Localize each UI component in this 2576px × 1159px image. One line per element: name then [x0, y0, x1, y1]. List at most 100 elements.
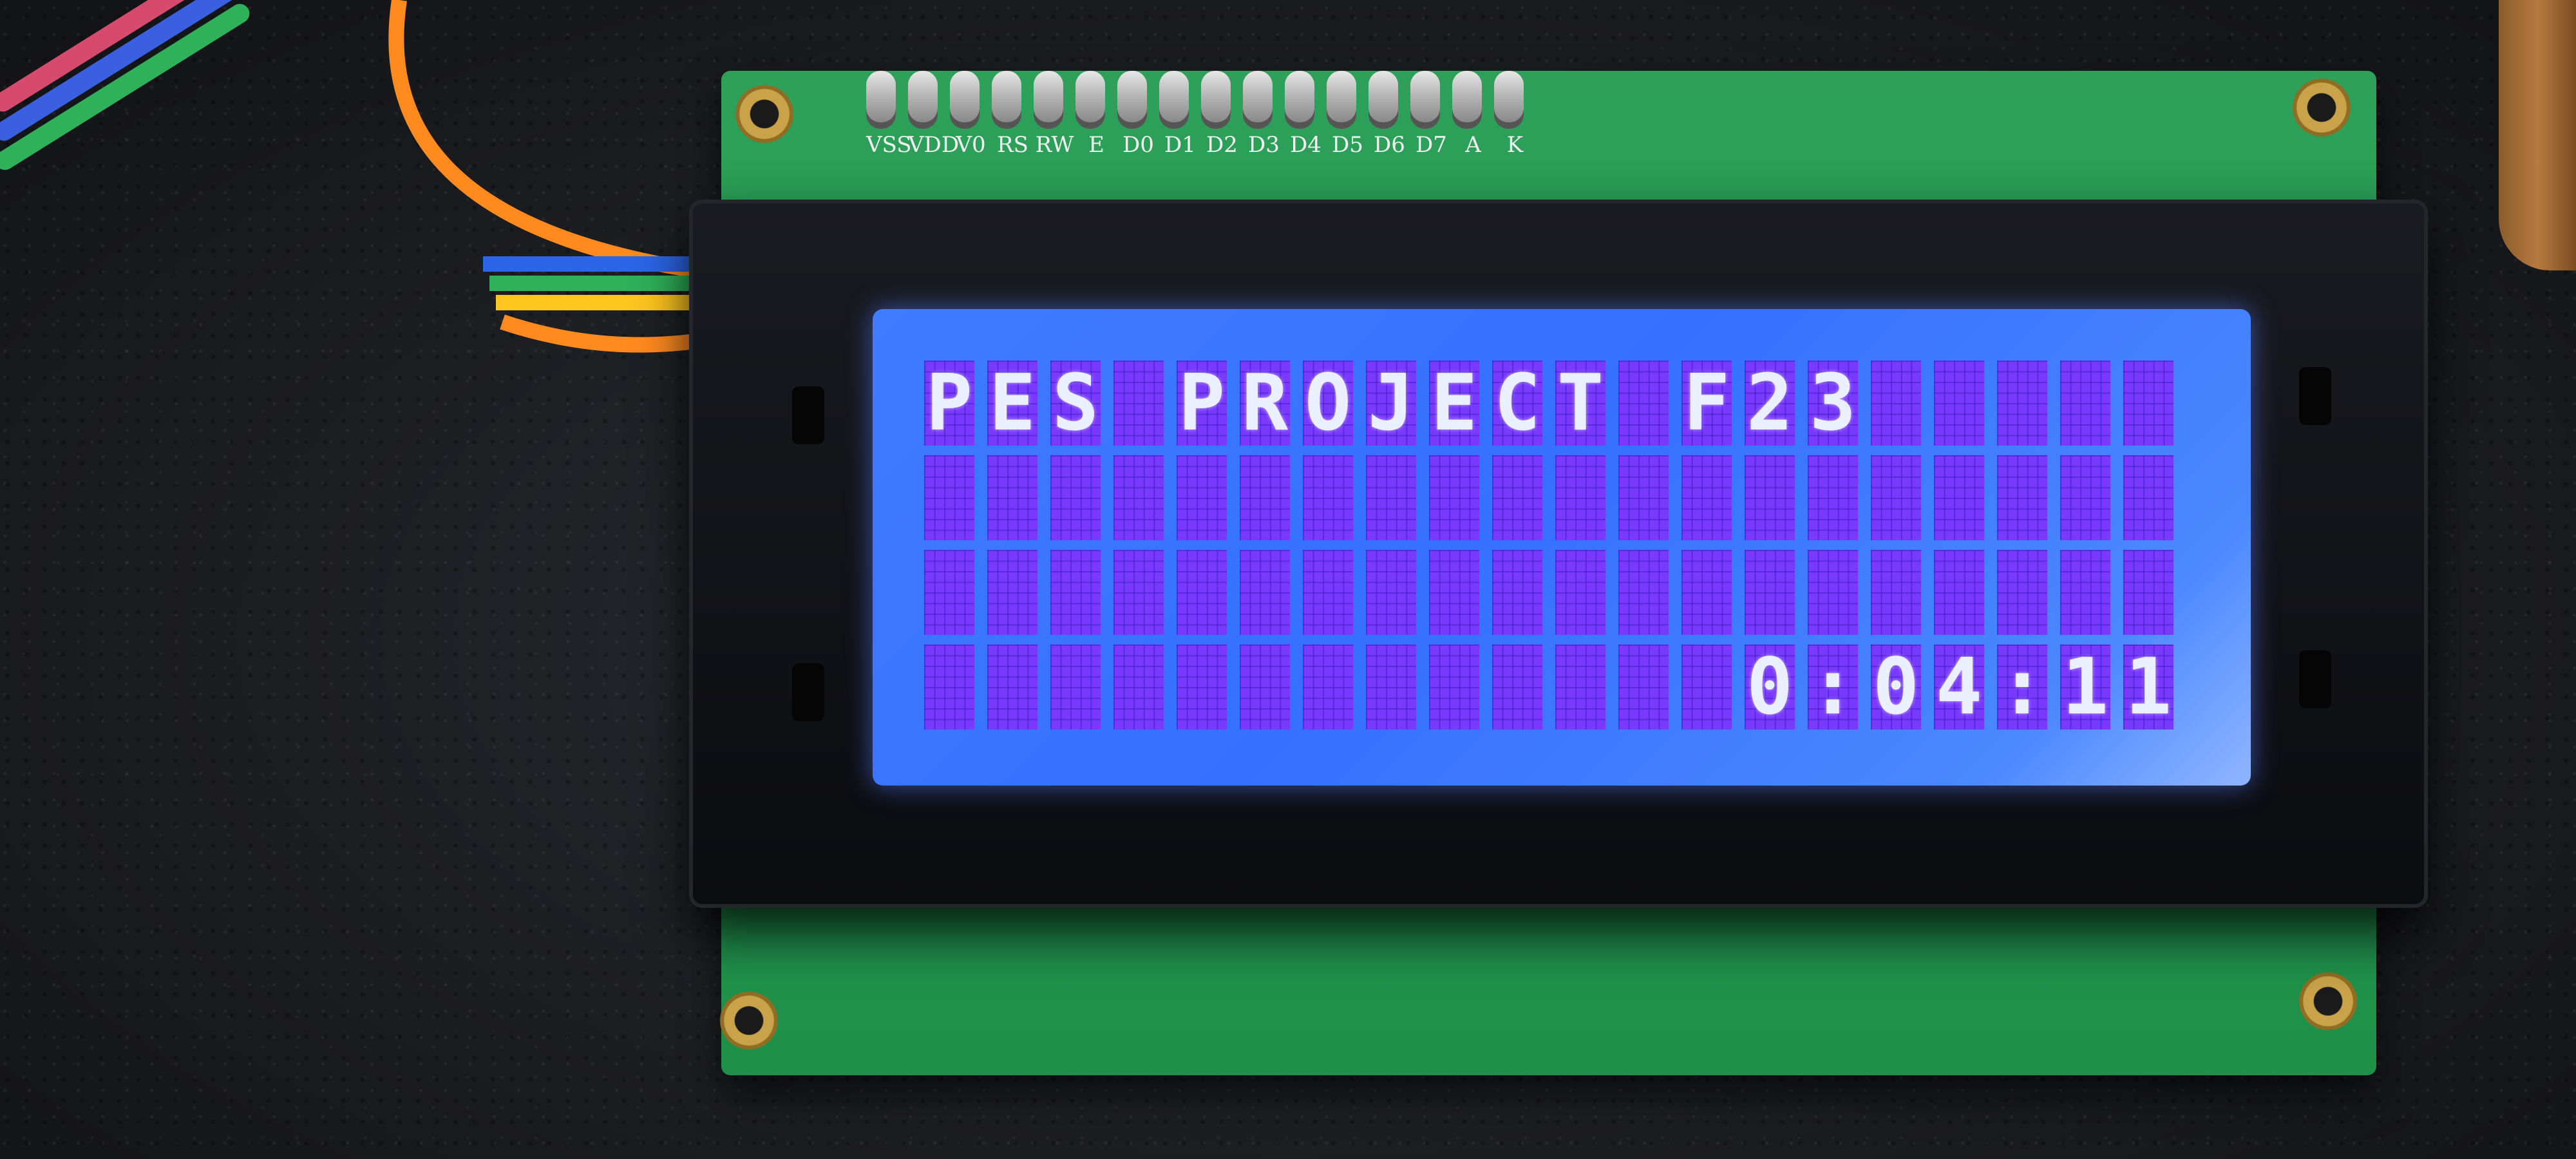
pin-label-d0: D0: [1122, 132, 1154, 158]
lcd-character-cell: T: [1555, 359, 1605, 448]
lcd-character-cell: S: [1050, 358, 1101, 448]
lcd-character-cell: [1934, 550, 1984, 635]
bezel-clip: [792, 386, 824, 444]
lcd-character-cell: [1871, 455, 1921, 540]
lcd-character-cell: [1366, 455, 1416, 540]
lcd-character-cell: :: [1808, 642, 1858, 732]
header-pin: [1494, 71, 1524, 129]
pin-label-d1: D1: [1164, 132, 1196, 158]
pin-labels: VSS VDD V0 RS RW E D0 D1 D2 D3 D4 D5 D6 …: [866, 132, 1536, 158]
mount-hole: [2293, 79, 2351, 137]
lcd-character-cell: [1113, 645, 1164, 730]
lcd-character-cell: [1618, 550, 1669, 635]
bezel-clip: [2299, 367, 2331, 425]
lcd-character-cell: 3: [1808, 358, 1858, 448]
lcd-character-cell: [1113, 550, 1164, 635]
lcd-character-cell: [1429, 455, 1479, 540]
lcd-character-cell: [924, 645, 974, 730]
lcd-character: 1: [2061, 642, 2109, 732]
lcd-character-cell: R: [1240, 358, 1290, 448]
lcd-character-cell: [1303, 645, 1353, 730]
lcd-character-cell: [1366, 550, 1416, 635]
lcd-character-cell: 4: [1934, 643, 1984, 732]
lcd-character-cell: F: [1681, 359, 1732, 448]
lcd-character-cell: [1492, 455, 1542, 540]
lcd-character-cell: 0: [1745, 642, 1795, 732]
header-pin: [1159, 71, 1189, 129]
lcd-character-cell: [1934, 361, 1984, 446]
pin-label-v0: V0: [956, 132, 986, 158]
lcd-character-cell: [1745, 550, 1795, 635]
lcd-character-cell: E: [987, 358, 1037, 448]
lcd-character-cell: [1240, 455, 1290, 540]
lcd-character-cell: [1618, 361, 1669, 446]
pin-label-d3: D3: [1248, 132, 1280, 158]
pin-label-d6: D6: [1374, 132, 1405, 158]
lcd-character-cell: [1113, 361, 1164, 446]
pin-label-rw: RW: [1035, 132, 1074, 158]
lcd-character-cell: [1555, 550, 1605, 635]
pin-label-rs: RS: [997, 132, 1028, 158]
lcd-character-cell: [987, 645, 1037, 730]
lcd-character: E: [1430, 358, 1478, 448]
lcd-character-cell: [1555, 455, 1605, 540]
header-pin: [1201, 71, 1231, 129]
lcd-character: R: [1241, 358, 1289, 448]
header-pin: [992, 71, 1021, 129]
lcd-character: 3: [1809, 358, 1857, 448]
pin-label-vdd: VDD: [908, 132, 960, 158]
header-pin: [1452, 71, 1482, 129]
bezel-clip: [792, 663, 824, 721]
lcd-character-cell: C: [1492, 359, 1542, 448]
lcd-character-cell: [1871, 550, 1921, 635]
mount-hole: [735, 85, 793, 143]
mount-hole: [2299, 972, 2357, 1030]
lcd-character: P: [1178, 358, 1226, 448]
lcd-character-cell: [1745, 455, 1795, 540]
pin-label-e: E: [1088, 132, 1104, 158]
lcd-character: P: [925, 358, 973, 448]
pin-label-d5: D5: [1332, 132, 1363, 158]
lcd-character-cell: [1050, 645, 1101, 730]
lcd-character: :: [1809, 642, 1857, 732]
header-pin: [950, 71, 980, 129]
lcd-character-cell: [924, 550, 974, 635]
lcd-character-cell: [1429, 645, 1479, 730]
lcd-character-cell: [2123, 550, 2174, 635]
lcd-character-cell: J: [1366, 359, 1416, 448]
lcd-character-cell: [1934, 455, 1984, 540]
lcd-character-cell: [1429, 550, 1479, 635]
lcd-character-cell: [1177, 550, 1227, 635]
lcd-character: O: [1304, 358, 1352, 448]
lcd-character-cell: [2123, 361, 2174, 446]
lcd-character-cell: [1997, 550, 2047, 635]
lcd-character: S: [1052, 358, 1099, 448]
lcd-character-cell: [1808, 455, 1858, 540]
lcd-character-cell: [1113, 455, 1164, 540]
lcd-character-cell: [1240, 645, 1290, 730]
header-pin: [1117, 71, 1147, 129]
lcd-character-cell: :: [1997, 642, 2047, 732]
lcd-character-cell: 1: [2123, 643, 2174, 732]
lcd-character: 0: [1746, 642, 1794, 732]
header-pin: [1243, 71, 1273, 129]
lcd-character-cell: [1492, 550, 1542, 635]
lcd-character-cell: [1681, 550, 1732, 635]
lcd-character-cell: [1681, 645, 1732, 730]
lcd-character-cell: [1492, 645, 1542, 730]
lcd-screen: PESPROJECTF230:04:11: [873, 309, 2251, 786]
lcd-character: :: [1998, 642, 2046, 732]
pin-label-d7: D7: [1416, 132, 1447, 158]
mount-hole: [720, 992, 778, 1050]
header-pin: [1410, 71, 1440, 129]
header-pin: [1034, 71, 1063, 129]
lcd-character: E: [989, 358, 1036, 448]
lcd-character-cell: [987, 455, 1037, 540]
lcd-character-cell: [1303, 455, 1353, 540]
lcd-character-cell: [1808, 550, 1858, 635]
lcd-character-cell: E: [1429, 358, 1479, 448]
lcd-character-cell: [1366, 645, 1416, 730]
lcd-character: 0: [1872, 642, 1920, 732]
bezel-clip: [2299, 650, 2331, 708]
pin-label-d4: D4: [1290, 132, 1321, 158]
